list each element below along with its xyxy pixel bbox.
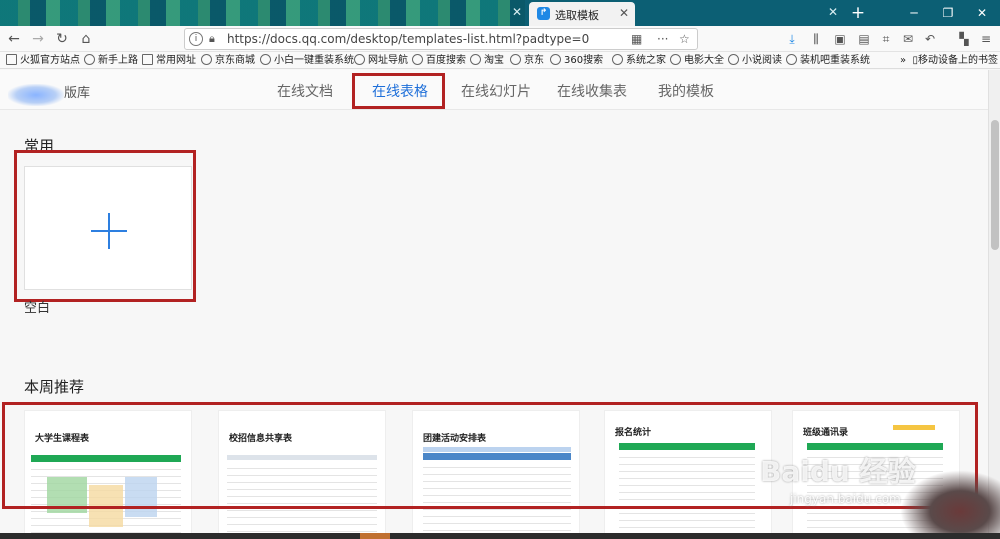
info-icon[interactable]: i bbox=[189, 32, 203, 46]
chevron-right-icon[interactable]: » bbox=[900, 55, 906, 66]
page-scrollbar[interactable] bbox=[988, 70, 1000, 539]
watermark-url: jingyan.baidu.com bbox=[790, 492, 901, 506]
other-tab[interactable] bbox=[638, 2, 836, 26]
active-tab[interactable]: ↱ 选取模板 ✕ bbox=[529, 2, 635, 26]
blank-label: 空白 bbox=[24, 301, 51, 316]
baidu-watermark: Baidu 经验 bbox=[760, 455, 916, 488]
active-tab-title: 选取模板 bbox=[555, 9, 599, 22]
bookmark-item[interactable]: 装机吧重装系统 bbox=[786, 53, 870, 68]
sidebar-icon[interactable]: ▣ bbox=[832, 31, 848, 47]
window-close-icon[interactable]: ✕ bbox=[970, 3, 994, 23]
reload-icon[interactable]: ↻ bbox=[52, 29, 72, 49]
bookmark-item[interactable]: 小说阅读 bbox=[728, 53, 782, 68]
bookmark-star-icon[interactable]: ☆ bbox=[679, 32, 690, 46]
blurred-tabs bbox=[0, 0, 525, 26]
home-icon[interactable]: ⌂ bbox=[76, 29, 96, 49]
undo-icon[interactable]: ↶ bbox=[922, 31, 938, 47]
bookmark-item[interactable]: 常用网址 bbox=[142, 53, 196, 68]
highlight-box bbox=[352, 73, 445, 109]
navigation-bar: ← → ↻ ⌂ i 🔒︎ https://docs.qq.com/desktop… bbox=[0, 26, 1000, 52]
bookmark-item[interactable]: 京东商城 bbox=[201, 53, 255, 68]
highlight-box bbox=[14, 150, 196, 302]
bookmark-item[interactable]: 系统之家 bbox=[612, 53, 666, 68]
scroll-thumb[interactable] bbox=[991, 120, 999, 250]
bookmark-item[interactable]: 360搜索 bbox=[550, 53, 603, 68]
address-bar[interactable]: i 🔒︎ https://docs.qq.com/desktop/templat… bbox=[184, 28, 698, 50]
logo[interactable] bbox=[8, 84, 64, 106]
browser-tab-bar: ✕ ↱ 选取模板 ✕ ✕ + ─ ❐ ✕ bbox=[0, 0, 1000, 26]
back-icon[interactable]: ← bbox=[4, 29, 24, 49]
bookmark-item[interactable]: 淘宝 bbox=[470, 53, 504, 68]
page-header: 版库 在线文档 在线表格 在线幻灯片 在线收集表 我的模板 bbox=[0, 70, 988, 110]
tencent-docs-icon: ↱ bbox=[537, 7, 550, 20]
tab-online-forms[interactable]: 在线收集表 bbox=[557, 81, 627, 101]
forward-icon[interactable]: → bbox=[28, 29, 48, 49]
close-tab-icon[interactable]: ✕ bbox=[619, 6, 629, 20]
url-text[interactable]: https://docs.qq.com/desktop/templates-li… bbox=[227, 32, 589, 46]
mobile-bookmarks[interactable]: » ▯移动设备上的书签 bbox=[900, 53, 998, 68]
bookmark-item[interactable]: 电影大全 bbox=[670, 53, 724, 68]
bookmark-item[interactable]: 网址导航 bbox=[354, 53, 408, 68]
bookmark-item[interactable]: 百度搜索 bbox=[412, 53, 466, 68]
section-title-weekly: 本周推荐 bbox=[24, 378, 85, 396]
close-tab-icon[interactable]: ✕ bbox=[510, 5, 524, 19]
reader-icon[interactable]: ▤ bbox=[856, 31, 872, 47]
more-actions-icon[interactable]: ··· bbox=[657, 32, 668, 46]
qr-code-icon[interactable]: ▦ bbox=[631, 32, 642, 46]
close-tab-icon[interactable]: ✕ bbox=[826, 5, 840, 19]
minimize-icon[interactable]: ─ bbox=[902, 3, 926, 23]
tab-online-docs[interactable]: 在线文档 bbox=[277, 81, 333, 101]
extensions-icon[interactable]: ▚ bbox=[956, 31, 972, 47]
lock-icon: 🔒︎ bbox=[209, 32, 215, 45]
chat-icon[interactable]: ✉ bbox=[900, 31, 916, 47]
restore-icon[interactable]: ❐ bbox=[936, 3, 960, 23]
bookmarks-bar: 火狐官方站点 新手上路 常用网址 京东商城 小白一键重装系统 网址导航 百度搜索… bbox=[0, 52, 1000, 69]
bookmark-item[interactable]: 新手上路 bbox=[84, 53, 138, 68]
tab-my-templates[interactable]: 我的模板 bbox=[658, 81, 714, 101]
tab-online-slides[interactable]: 在线幻灯片 bbox=[461, 81, 531, 101]
new-tab-icon[interactable]: + bbox=[848, 3, 868, 23]
bookmark-item[interactable]: 小白一键重装系统 bbox=[260, 53, 354, 68]
bookmark-item[interactable]: 京东 bbox=[510, 53, 544, 68]
library-title: 版库 bbox=[64, 86, 91, 101]
screenshot-icon[interactable]: ⌗ bbox=[878, 31, 894, 47]
menu-icon[interactable]: ≡ bbox=[978, 31, 994, 47]
taskbar-edge bbox=[0, 533, 1000, 539]
library-icon[interactable]: ⫼ bbox=[808, 31, 824, 47]
download-icon[interactable]: ⤓ bbox=[784, 31, 800, 47]
bookmark-item[interactable]: 火狐官方站点 bbox=[6, 53, 80, 68]
